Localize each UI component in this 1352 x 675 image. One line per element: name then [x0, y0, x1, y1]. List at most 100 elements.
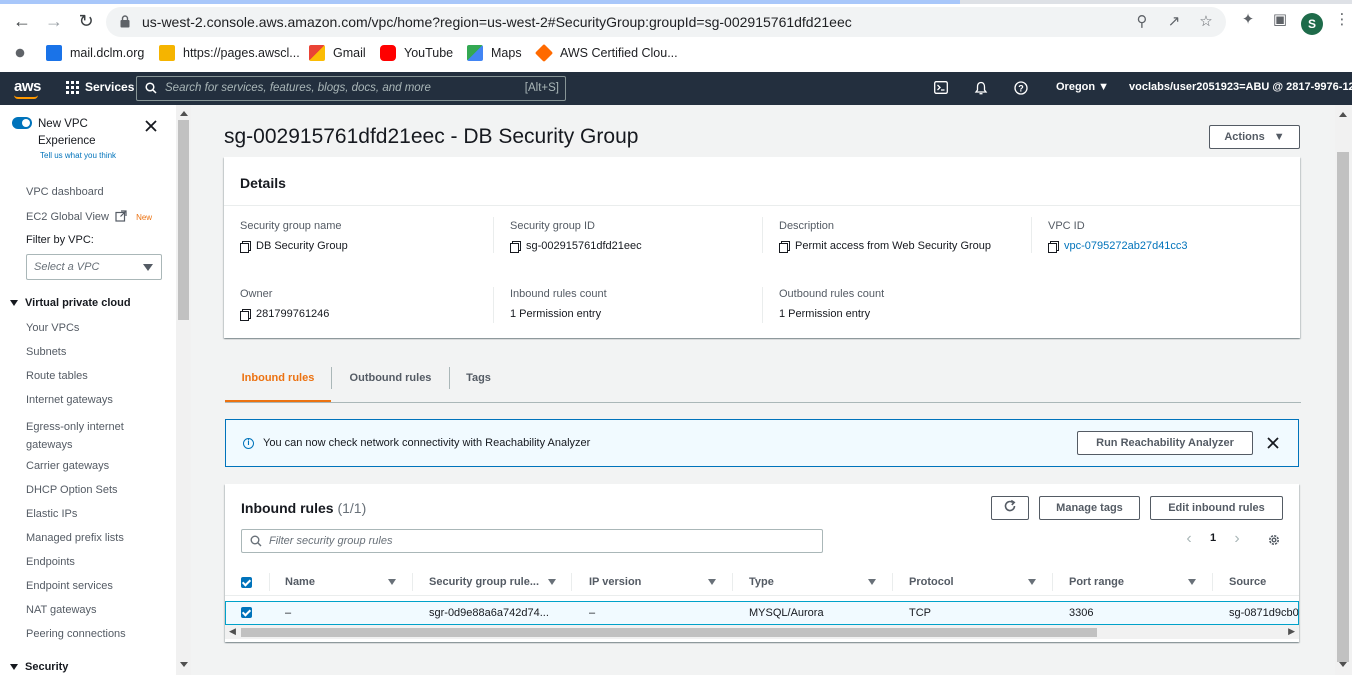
cell-rule-id[interactable]: sgr-0d9e88a6a742d74... [429, 607, 549, 619]
edit-inbound-rules-button[interactable]: Edit inbound rules [1150, 496, 1283, 520]
bookmark-youtube[interactable]: YouTube [380, 45, 453, 61]
bookmark-mail[interactable]: mail.dclm.org [46, 45, 144, 61]
chevron-left-icon[interactable]: ‹ [1181, 531, 1197, 548]
tab-tags[interactable]: Tags [450, 363, 507, 401]
notifications-bell-icon[interactable] [974, 81, 988, 98]
menu-kebab-icon[interactable]: ⋮ [1332, 10, 1352, 30]
scroll-down-icon[interactable] [1339, 662, 1347, 667]
col-source[interactable]: Source [1229, 576, 1266, 588]
actions-button[interactable]: Actions ▼ [1209, 125, 1300, 149]
services-menu[interactable]: Services [66, 80, 134, 94]
run-reachability-analyzer-button[interactable]: Run Reachability Analyzer [1077, 431, 1253, 455]
sidebar-item-vpc-dashboard[interactable]: VPC dashboard [26, 186, 104, 198]
address-bar[interactable]: us-west-2.console.aws.amazon.com/vpc/hom… [106, 7, 1226, 37]
filter-rules-input[interactable]: Filter security group rules [241, 529, 823, 553]
copy-icon[interactable] [240, 240, 251, 253]
forward-arrow-icon[interactable]: → [42, 9, 66, 33]
extensions-icon[interactable]: ✦ [1238, 10, 1258, 30]
sidebar-item-dhcp-option-sets[interactable]: DHCP Option Sets [26, 484, 118, 496]
svg-text:?: ? [1018, 83, 1024, 93]
account-menu[interactable]: voclabs/user2051923=ABU @ 2817-9976-1246 [1129, 81, 1352, 93]
back-arrow-icon[interactable]: ← [10, 9, 34, 33]
copy-icon[interactable] [779, 240, 790, 253]
close-icon[interactable] [1266, 436, 1280, 450]
copy-icon[interactable] [510, 240, 521, 253]
manage-tags-button[interactable]: Manage tags [1039, 496, 1140, 520]
sort-icon[interactable] [548, 579, 556, 585]
sidebar-item-subnets[interactable]: Subnets [26, 346, 66, 358]
sidebar-item-peering-connections[interactable]: Peering connections [26, 628, 126, 640]
sidebar-item-carrier-gateways[interactable]: Carrier gateways [26, 460, 109, 472]
sidebar-item-egress-only-gateways[interactable]: Egress-only internet gateways [26, 418, 146, 454]
lock-icon [120, 15, 130, 28]
col-name[interactable]: Name [285, 576, 315, 588]
sidebar-item-endpoint-services[interactable]: Endpoint services [26, 580, 113, 592]
tab-outbound-rules[interactable]: Outbound rules [332, 363, 449, 401]
sort-icon[interactable] [388, 579, 396, 585]
scroll-left-icon[interactable]: ◀ [229, 626, 236, 637]
sort-icon[interactable] [1188, 579, 1196, 585]
sidebar-item-internet-gateways[interactable]: Internet gateways [26, 394, 113, 406]
new-vpc-experience-toggle[interactable] [12, 117, 32, 129]
sidebar-item-endpoints[interactable]: Endpoints [26, 556, 75, 568]
sidebar-scroll-thumb[interactable] [178, 120, 189, 320]
col-type[interactable]: Type [749, 576, 774, 588]
feedback-link[interactable]: Tell us what you think [40, 151, 116, 160]
region-selector[interactable]: Oregon ▼ [1056, 81, 1109, 93]
col-ip-version[interactable]: IP version [589, 576, 641, 588]
copy-icon[interactable] [240, 308, 251, 321]
bookmark-gmail[interactable]: Gmail [309, 45, 366, 61]
copy-icon[interactable] [1048, 240, 1059, 253]
sidebar-item-elastic-ips[interactable]: Elastic IPs [26, 508, 77, 520]
share-icon[interactable]: ↗ [1164, 12, 1184, 32]
settings-gear-icon[interactable] [1267, 533, 1281, 547]
page-number[interactable]: 1 [1210, 532, 1216, 544]
select-all-checkbox[interactable] [241, 577, 252, 588]
zoom-icon[interactable]: ⚲ [1132, 12, 1152, 32]
help-icon[interactable]: ? [1014, 81, 1028, 98]
bookmark-maps[interactable]: Maps [467, 45, 522, 61]
sidebar-scrollbar[interactable] [176, 105, 191, 675]
bookmark-pages[interactable]: https://pages.awscl... [159, 45, 300, 61]
scroll-right-icon[interactable]: ▶ [1288, 626, 1295, 637]
section-virtual-private-cloud[interactable]: Virtual private cloud [10, 297, 131, 309]
bookmark-star-icon[interactable]: ☆ [1196, 12, 1216, 32]
aws-logo[interactable]: aws [14, 78, 41, 95]
reload-icon[interactable]: ↻ [74, 9, 98, 33]
profile-avatar[interactable]: S [1301, 13, 1323, 35]
row-checkbox[interactable] [241, 607, 252, 618]
col-protocol[interactable]: Protocol [909, 576, 954, 588]
refresh-button[interactable] [991, 496, 1029, 520]
aws-box-icon [159, 45, 175, 61]
sort-icon[interactable] [868, 579, 876, 585]
close-icon[interactable] [144, 119, 158, 133]
bookmark-aws-cert[interactable]: AWS Certified Clou... [534, 43, 678, 63]
vpc-id-link[interactable]: vpc-0795272ab27d41cc3 [1048, 240, 1188, 253]
sidebar-item-ec2-global-view[interactable]: EC2 Global View New [26, 210, 152, 223]
sidebar-item-managed-prefix-lists[interactable]: Managed prefix lists [26, 532, 124, 544]
sidebar-item-your-vpcs[interactable]: Your VPCs [26, 322, 79, 334]
vpc-id-label: VPC ID [1048, 220, 1085, 232]
col-rule-id[interactable]: Security group rule... [429, 576, 539, 588]
cloudshell-icon[interactable] [934, 81, 948, 97]
table-horizontal-scrollbar[interactable]: ◀ ▶ [225, 625, 1299, 639]
page-scroll-thumb[interactable] [1337, 152, 1349, 662]
tab-inbound-rules[interactable]: Inbound rules [225, 363, 331, 402]
scroll-up-icon[interactable] [1339, 112, 1347, 117]
table-scroll-thumb[interactable] [241, 628, 1097, 637]
browser-chrome: ← → ↻ us-west-2.console.aws.amazon.com/v… [0, 0, 1352, 72]
sort-icon[interactable] [708, 579, 716, 585]
col-port-range[interactable]: Port range [1069, 576, 1124, 588]
table-row[interactable]: – sgr-0d9e88a6a742d74... – MYSQL/Aurora … [225, 601, 1299, 625]
sidebar-item-nat-gateways[interactable]: NAT gateways [26, 604, 97, 616]
page-scrollbar[interactable] [1335, 105, 1352, 675]
section-security[interactable]: Security [10, 661, 68, 673]
sort-icon[interactable] [1028, 579, 1036, 585]
sidebar-item-route-tables[interactable]: Route tables [26, 370, 88, 382]
cell-source[interactable]: sg-0871d9cb0 [1229, 607, 1299, 619]
sidepanel-icon[interactable]: ▣ [1270, 10, 1290, 30]
vpc-filter-select[interactable]: Select a VPC [26, 254, 162, 280]
chevron-right-icon[interactable]: › [1229, 531, 1245, 548]
aws-search-input[interactable]: Search for services, features, blogs, do… [136, 76, 566, 101]
bookmark-apps[interactable] [12, 45, 28, 61]
